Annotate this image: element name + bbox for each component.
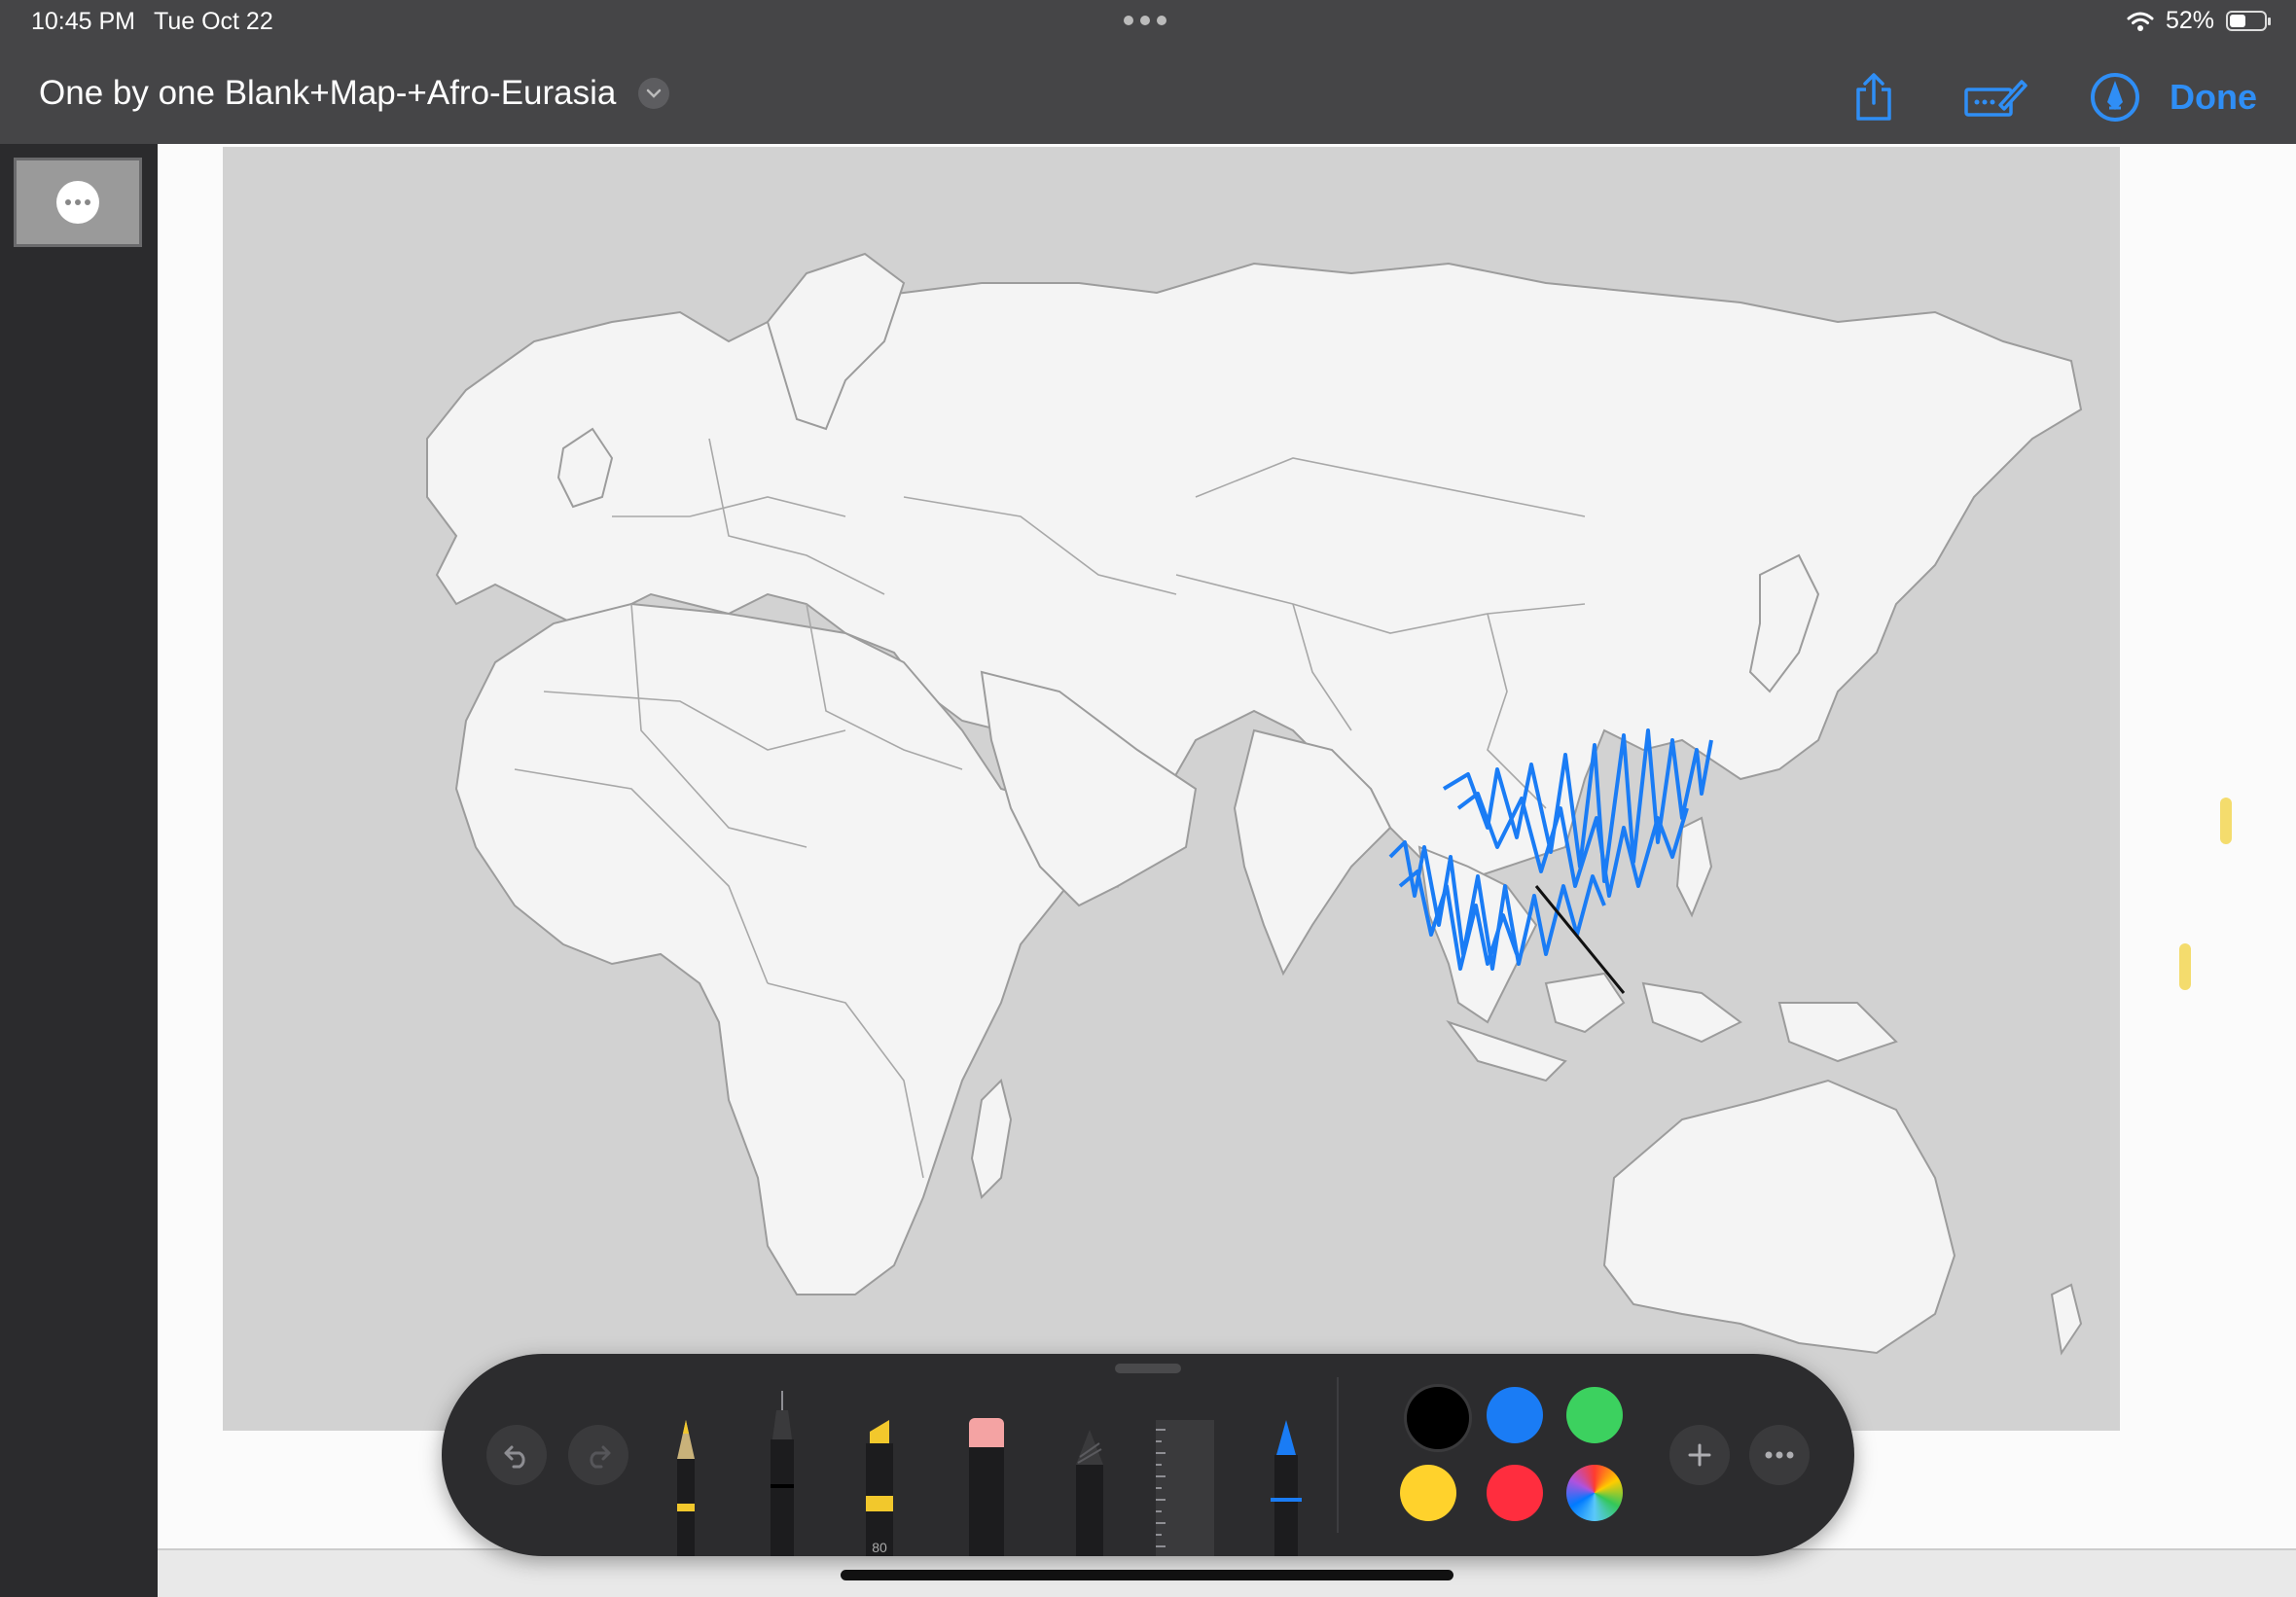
- color-swatch-red[interactable]: [1487, 1465, 1543, 1521]
- undo-button[interactable]: [486, 1425, 547, 1485]
- lasso-tool[interactable]: [1070, 1430, 1109, 1556]
- wifi-icon: [2127, 12, 2154, 31]
- color-swatch-green[interactable]: [1566, 1387, 1623, 1443]
- markup-tool-palette: 80: [442, 1354, 1854, 1556]
- color-swatch-blue[interactable]: [1487, 1387, 1543, 1443]
- highlighter-tool[interactable]: 80: [858, 1420, 901, 1556]
- document-title[interactable]: One by one Blank+Map-+Afro-Eurasia: [39, 74, 616, 113]
- battery-icon: [2226, 11, 2271, 31]
- page-thumbnail[interactable]: [14, 158, 142, 247]
- pen-tool[interactable]: [763, 1391, 802, 1556]
- header-toolbar: Done: [1847, 70, 2257, 124]
- more-options-button[interactable]: [1749, 1425, 1810, 1485]
- afro-eurasia-map: [223, 147, 2120, 1431]
- more-options-icon[interactable]: [56, 181, 99, 224]
- status-time: 10:45 PM: [31, 8, 136, 35]
- markup-pen-icon[interactable]: [1961, 70, 2029, 124]
- fountain-pen-tool[interactable]: [1267, 1420, 1306, 1556]
- highlighter-mark: [2179, 943, 2191, 990]
- redo-button[interactable]: [568, 1425, 628, 1485]
- color-swatch-yellow[interactable]: [1400, 1465, 1456, 1521]
- ruler-tool[interactable]: [1156, 1420, 1214, 1556]
- eraser-tool[interactable]: [967, 1418, 1006, 1556]
- add-button[interactable]: [1669, 1425, 1730, 1485]
- status-indicators: 52%: [2127, 7, 2271, 35]
- battery-percent: 52%: [2165, 7, 2214, 34]
- color-picker-multicolor[interactable]: [1566, 1465, 1623, 1521]
- pencil-circle-icon[interactable]: [2088, 70, 2142, 124]
- color-swatch-black[interactable]: [1407, 1387, 1469, 1449]
- home-indicator[interactable]: [841, 1570, 1453, 1580]
- top-bar: 10:45 PM Tue Oct 22 52% One by one Blank…: [0, 0, 2296, 144]
- multitasking-menu-icon[interactable]: [1124, 16, 1166, 25]
- done-button[interactable]: Done: [2170, 77, 2257, 118]
- palette-grabber[interactable]: [1115, 1364, 1181, 1373]
- status-date: Tue Oct 22: [154, 8, 273, 35]
- pencil-tool[interactable]: [671, 1420, 700, 1556]
- page-thumbnail-sidebar: [0, 144, 158, 1595]
- share-icon[interactable]: [1847, 70, 1901, 124]
- highlighter-opacity-label: 80: [872, 1540, 887, 1555]
- highlighter-mark: [2220, 798, 2232, 844]
- chevron-down-icon[interactable]: [638, 78, 669, 109]
- palette-divider: [1337, 1377, 1339, 1533]
